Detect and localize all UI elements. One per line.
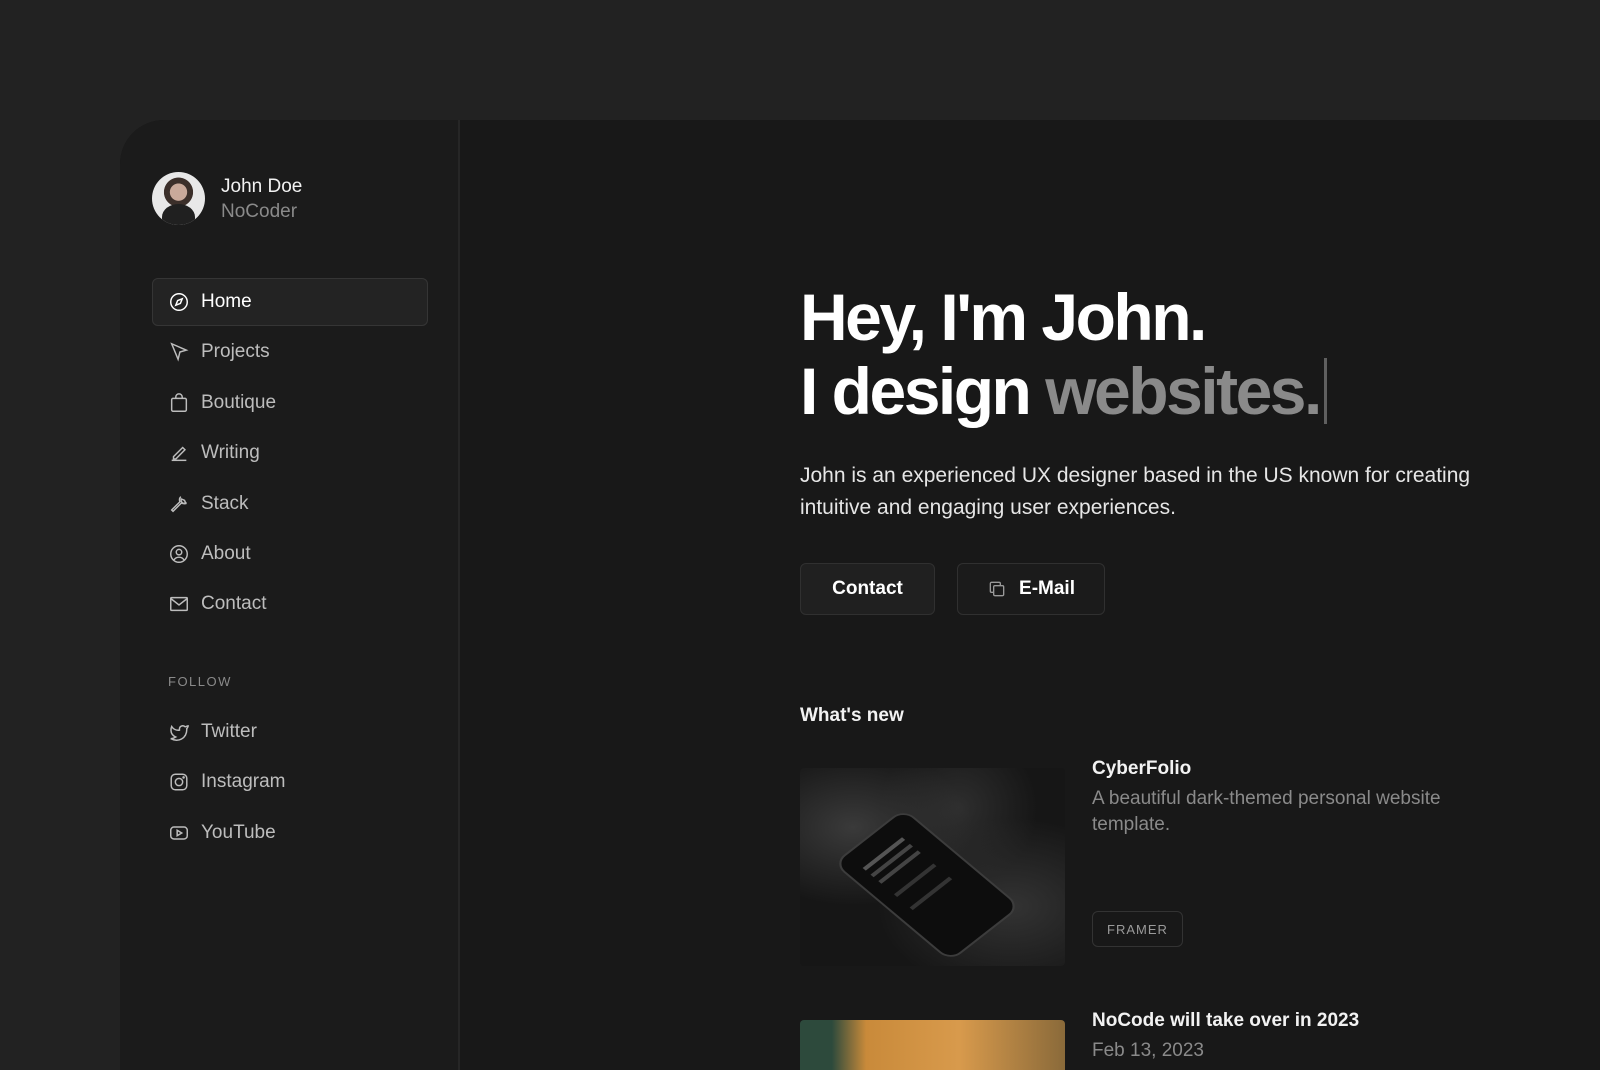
nocode-article-thumbnail[interactable] — [800, 1020, 1065, 1070]
bag-icon — [170, 392, 188, 412]
sidebar-item-instagram[interactable]: Instagram — [152, 758, 428, 806]
main-content: Hey, I'm John. I design websites. John i… — [462, 120, 1600, 1070]
avatar — [152, 172, 205, 225]
typing-caret — [1323, 358, 1327, 424]
profile-text: John Doe NoCoder — [221, 174, 302, 224]
email-button-label: E-Mail — [1019, 578, 1075, 599]
contact-button-label: Contact — [832, 578, 903, 599]
sidebar-item-label: Home — [201, 291, 252, 312]
pen-icon — [171, 446, 187, 462]
cyberfolio-description: A beautiful dark-themed personal website… — [1092, 788, 1441, 835]
cyberfolio-thumbnail[interactable] — [800, 768, 1065, 966]
cyberfolio-title[interactable]: CyberFolio — [1092, 758, 1191, 780]
instagram-icon — [170, 773, 188, 791]
compass-icon — [170, 293, 188, 311]
sidebar-item-label: Writing — [201, 442, 260, 464]
nocode-article-date: Feb 13, 2023 — [1092, 1040, 1204, 1061]
sidebar-item-stack[interactable]: Stack — [152, 480, 428, 528]
hero-line-1: Hey, I'm John. — [800, 280, 1207, 354]
sidebar-item-youtube[interactable]: YouTube — [152, 809, 428, 857]
user-circle-icon — [170, 544, 188, 563]
app-window: John Doe NoCoder Home Projects Boutique … — [120, 120, 1600, 1070]
framer-tag[interactable]: FRAMER — [1092, 911, 1183, 947]
phone-mockup — [832, 808, 1022, 962]
sidebar-item-label: About — [201, 542, 251, 564]
sidebar-item-label: Stack — [201, 492, 249, 514]
mail-icon — [170, 597, 188, 612]
profile-name: John Doe — [221, 175, 303, 197]
sidebar-item-home[interactable]: Home — [152, 278, 428, 326]
main-nav: Home Projects Boutique Writing Stack Abo… — [152, 278, 428, 631]
sidebar-item-writing[interactable]: Writing — [152, 429, 428, 477]
hero-intro: John is an experienced UX designer based… — [800, 464, 1471, 519]
youtube-icon — [170, 826, 188, 840]
sidebar-item-projects[interactable]: Projects — [152, 328, 428, 376]
twitter-icon — [170, 724, 190, 741]
sidebar-item-about[interactable]: About — [152, 530, 428, 578]
nocode-article-title[interactable]: NoCode will take over in 2023 — [1092, 1010, 1359, 1032]
sidebar-item-label: Instagram — [201, 771, 286, 793]
sidebar-item-contact[interactable]: Contact — [152, 580, 428, 628]
profile-role: NoCoder — [221, 200, 298, 222]
sidebar: John Doe NoCoder Home Projects Boutique … — [120, 120, 460, 1070]
sidebar-item-boutique[interactable]: Boutique — [152, 379, 428, 427]
hero-line-2-typed: websites. — [1045, 354, 1322, 428]
email-button[interactable]: E-Mail — [957, 563, 1105, 615]
sidebar-item-label: Contact — [201, 593, 267, 615]
follow-nav: Twitter Instagram YouTube — [152, 708, 428, 859]
follow-section-label: FOLLOW — [168, 674, 232, 689]
sidebar-item-label: Projects — [201, 341, 270, 363]
sidebar-item-twitter[interactable]: Twitter — [152, 708, 428, 756]
contact-button[interactable]: Contact — [800, 563, 935, 615]
whats-new-heading: What's new — [800, 705, 904, 726]
pointer-icon — [170, 342, 189, 363]
copy-icon — [989, 581, 1005, 597]
hero-line-2-start: I design — [800, 354, 1032, 428]
sidebar-item-label: Twitter — [201, 721, 257, 742]
wrench-icon — [170, 495, 187, 512]
profile[interactable]: John Doe NoCoder — [152, 172, 302, 225]
sidebar-item-label: YouTube — [201, 821, 276, 843]
hero-title: Hey, I'm John. I design websites. — [800, 280, 1327, 428]
sidebar-item-label: Boutique — [201, 391, 277, 413]
